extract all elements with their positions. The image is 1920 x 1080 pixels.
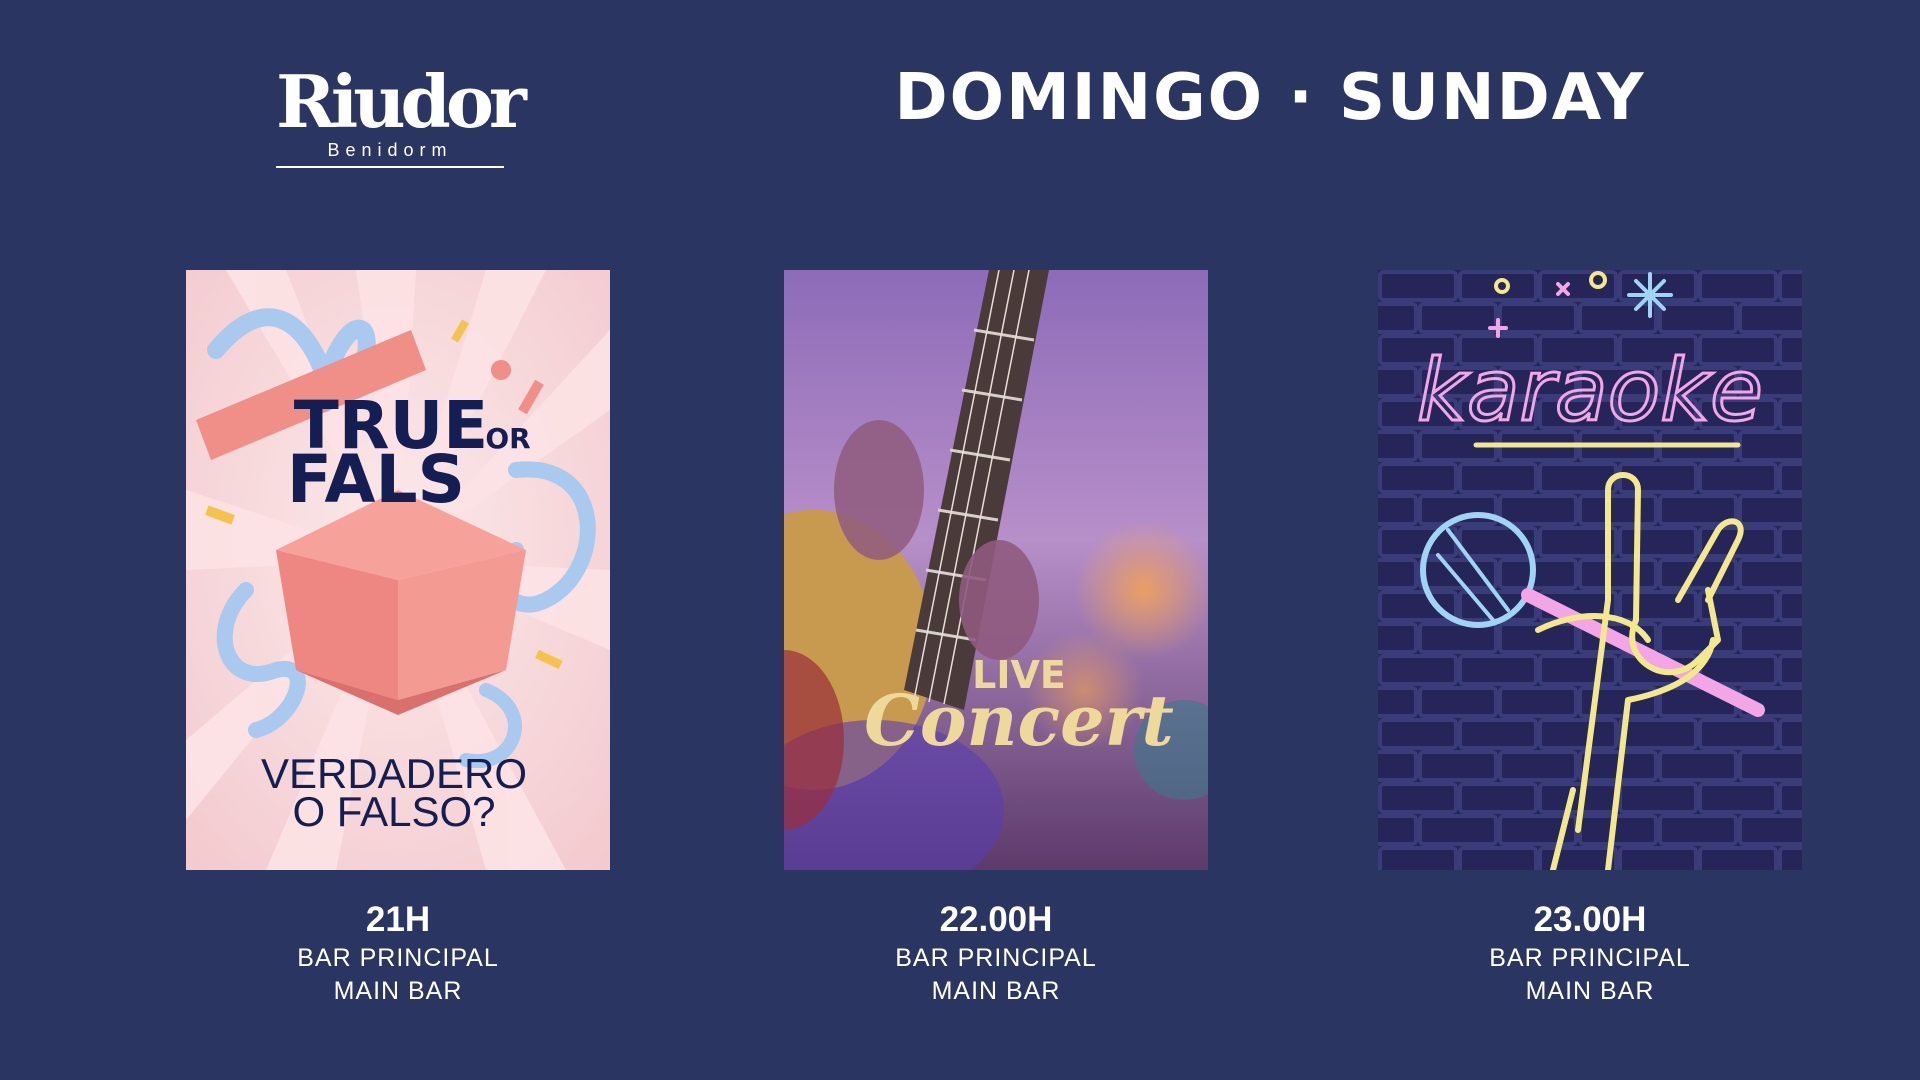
poster1-title-line2: FALS bbox=[287, 441, 465, 518]
event-info-3: 23.00H BAR PRINCIPAL MAIN BAR bbox=[1378, 898, 1802, 1008]
poster1-title-or: OR bbox=[485, 422, 530, 455]
poster3-title: karaoke bbox=[1417, 341, 1763, 441]
event-time: 22.00H bbox=[939, 900, 1053, 939]
poster-true-or-false: TRUE OR FALS VERDADERO O FALSO? bbox=[186, 270, 610, 870]
logo-location: Benidorm bbox=[276, 140, 504, 168]
event-venue-en: MAIN BAR bbox=[333, 977, 463, 1005]
poster-live-concert: LIVE Concert bbox=[784, 270, 1208, 870]
logo-wordmark: Riudor bbox=[276, 59, 527, 144]
event-venue-es: BAR PRINCIPAL bbox=[1489, 944, 1691, 972]
event-info-1: 21H BAR PRINCIPAL MAIN BAR bbox=[186, 898, 610, 1008]
event-venue-en: MAIN BAR bbox=[1525, 977, 1655, 1005]
event-time: 21H bbox=[365, 900, 431, 939]
event-info-2: 22.00H BAR PRINCIPAL MAIN BAR bbox=[784, 898, 1208, 1008]
poster1-subtitle-line2: O FALSO? bbox=[292, 788, 495, 835]
poster-karaoke: karaoke bbox=[1378, 270, 1802, 870]
event-time: 23.00H bbox=[1533, 900, 1647, 939]
poster2-title-line2: Concert bbox=[864, 679, 1174, 762]
event-venue-es: BAR PRINCIPAL bbox=[895, 944, 1097, 972]
event-venue-en: MAIN BAR bbox=[931, 977, 1061, 1005]
day-title: DOMINGO · SUNDAY bbox=[894, 61, 1646, 135]
event-venue-es: BAR PRINCIPAL bbox=[297, 944, 499, 972]
riudor-logo: Riudor Benidorm bbox=[276, 59, 527, 174]
